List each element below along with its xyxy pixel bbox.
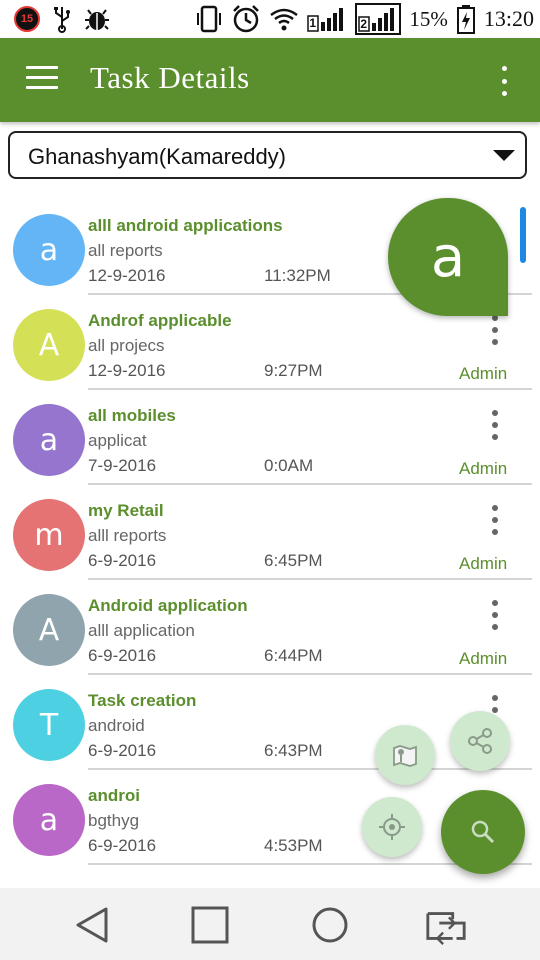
task-time: 6:43PM: [264, 741, 323, 760]
notification-count-icon: 15: [14, 6, 40, 32]
task-subtitle: all reports: [88, 241, 163, 260]
task-subtitle: bgthyg: [88, 811, 140, 830]
row-overflow-menu-icon[interactable]: [491, 410, 499, 440]
status-bar: 15 1 2 15% 13:20: [0, 0, 540, 38]
home-button[interactable]: [188, 904, 232, 946]
fast-scroll-letter-bubble: a: [388, 198, 508, 316]
avatar: T: [13, 689, 85, 761]
task-title: Androf applicable: [88, 311, 232, 330]
dropdown-arrow-icon: [493, 150, 515, 161]
task-time: 4:53PM: [264, 836, 323, 855]
avatar: A: [13, 309, 85, 381]
clock: 13:20: [483, 6, 534, 31]
task-title: all mobiles: [88, 406, 176, 425]
back-button[interactable]: [70, 904, 114, 946]
task-row[interactable]: m my Retail alll reports 6-9-2016 6:45PM Admi…: [0, 485, 540, 580]
recents-icon: [312, 907, 348, 943]
map-fab-button[interactable]: [375, 725, 435, 785]
app-bar: Task Details: [0, 38, 540, 122]
task-title: androi: [88, 786, 140, 805]
usb-icon: [54, 7, 70, 33]
task-role-label: Admin: [459, 554, 508, 573]
home-icon: [191, 906, 229, 944]
back-icon: [76, 907, 108, 943]
overflow-menu-icon[interactable]: [498, 66, 510, 96]
sim2-signal-icon: 2: [355, 3, 402, 35]
task-role-label: Admin: [459, 364, 508, 383]
sim2-label: 2: [360, 17, 368, 31]
avatar: a: [13, 404, 85, 476]
task-title: my Retail: [88, 501, 164, 520]
switch-icon: [426, 912, 466, 945]
task-date: 12-9-2016: [88, 361, 166, 380]
task-date: 6-9-2016: [88, 836, 157, 855]
task-row[interactable]: A Android application alll application 6-9-…: [0, 580, 540, 675]
row-overflow-menu-icon[interactable]: [491, 315, 499, 345]
sim1-signal-icon: 1: [307, 6, 347, 32]
system-nav-bar: [0, 888, 540, 960]
task-role-label: Admin: [459, 459, 508, 478]
task-row[interactable]: a all mobiles applicat 7-9-2016 0:0AM Admin: [0, 390, 540, 485]
location-fab-button[interactable]: [362, 797, 422, 857]
task-role-label: Admin: [459, 649, 508, 668]
battery-charging-icon: [456, 5, 475, 34]
scroll-indicator[interactable]: [520, 207, 526, 263]
alarm-icon: [233, 5, 260, 33]
task-title: alll android applications: [88, 216, 283, 235]
task-subtitle: applicat: [88, 431, 147, 450]
avatar: a: [13, 784, 85, 856]
task-date: 6-9-2016: [88, 646, 157, 665]
task-subtitle: alll reports: [88, 526, 167, 545]
share-icon: [468, 728, 492, 754]
task-title: Task creation: [88, 691, 197, 710]
task-subtitle: all projecs: [88, 336, 165, 355]
sim1-label: 1: [309, 16, 317, 30]
selected-user: Ghanashyam(Kamareddy): [28, 144, 287, 169]
avatar: a: [13, 214, 85, 286]
row-overflow-menu-icon[interactable]: [491, 505, 499, 535]
wifi-icon: [270, 8, 299, 31]
user-selector-dropdown[interactable]: Ghanashyam(Kamareddy): [8, 131, 527, 179]
task-time: 6:45PM: [264, 551, 323, 570]
task-date: 7-9-2016: [88, 456, 157, 475]
page-title: Task Details: [90, 60, 250, 95]
debug-icon: [85, 9, 109, 30]
search-fab-button[interactable]: [441, 790, 525, 874]
switch-button[interactable]: [424, 904, 468, 946]
task-title: Android application: [88, 596, 248, 615]
row-overflow-menu-icon[interactable]: [491, 600, 499, 630]
task-time: 11:32PM: [264, 266, 331, 285]
share-fab-button[interactable]: [450, 711, 510, 771]
search-icon: [471, 820, 495, 844]
menu-icon[interactable]: [26, 66, 58, 92]
task-date: 12-9-2016: [88, 266, 166, 285]
battery-percent: 15%: [409, 6, 448, 31]
task-date: 6-9-2016: [88, 551, 157, 570]
location-icon: [379, 814, 405, 840]
avatar: A: [13, 594, 85, 666]
task-subtitle: android: [88, 716, 145, 735]
task-time: 9:27PM: [264, 361, 323, 380]
task-subtitle: alll application: [88, 621, 195, 640]
task-time: 6:44PM: [264, 646, 323, 665]
task-date: 6-9-2016: [88, 741, 157, 760]
avatar: m: [13, 499, 85, 571]
vibrate-icon: [197, 5, 222, 33]
map-icon: [393, 745, 417, 767]
recents-button[interactable]: [308, 904, 352, 946]
task-time: 0:0AM: [264, 456, 314, 475]
